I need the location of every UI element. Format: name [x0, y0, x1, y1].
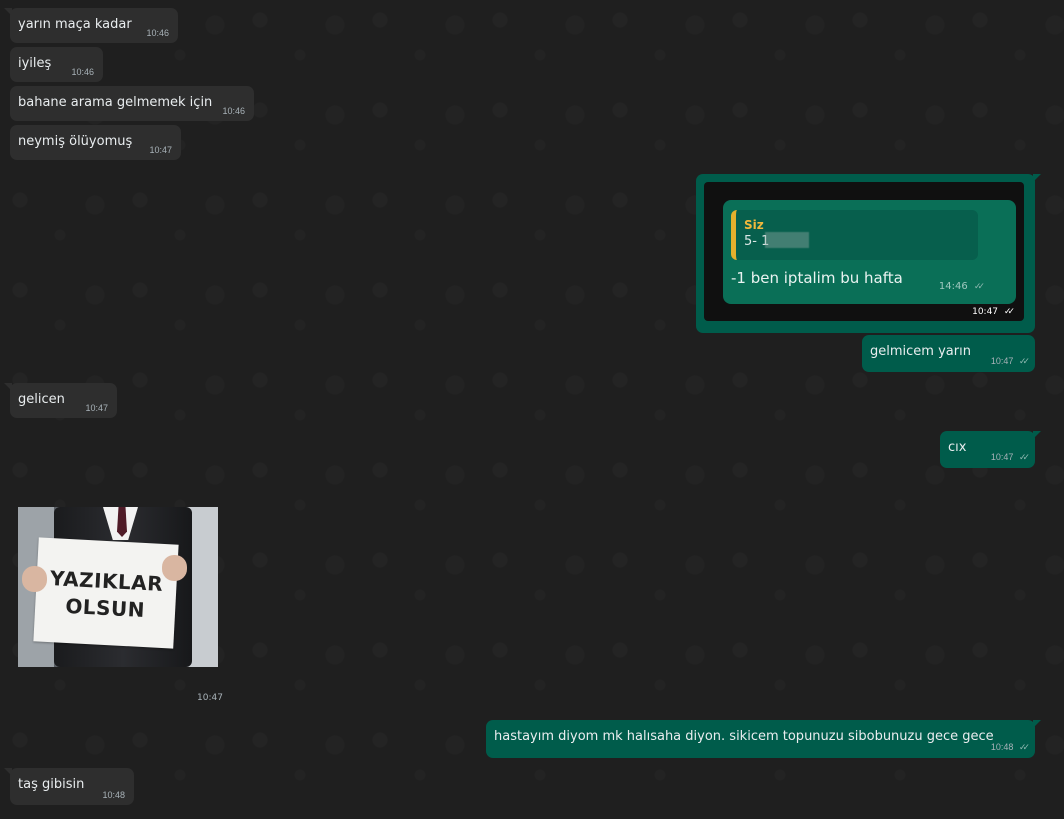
- message-time: 10:46: [222, 106, 245, 116]
- incoming-message[interactable]: bahane arama gelmemek için 10:46: [10, 86, 254, 121]
- reply-preview: Siz 5- 1: [731, 210, 978, 260]
- time-text: 10:47: [990, 356, 1014, 366]
- double-check-icon: ✓✓: [1018, 356, 1030, 366]
- message-text: gelicen: [18, 392, 65, 407]
- sign-text-line-1: YAZIKLAR: [49, 566, 164, 596]
- quoted-time-text: 14:46: [938, 281, 968, 292]
- blurred-region: [765, 232, 809, 248]
- message-time: 10:47: [197, 693, 223, 703]
- message-text: neymiş ölüyomuş: [18, 134, 133, 149]
- message-text: bahane arama gelmemek için: [18, 95, 213, 110]
- outgoing-message[interactable]: hastayım diyom mk halısaha diyon. sikice…: [486, 720, 1041, 758]
- incoming-message[interactable]: iyileş 10:46: [10, 47, 103, 82]
- message-text: cıx: [948, 440, 967, 455]
- message-text: taş gibisin: [18, 777, 85, 792]
- incoming-message[interactable]: yarın maça kadar 10:46: [4, 8, 178, 43]
- outgoing-image-message[interactable]: Siz 5- 1 -1 ben iptalim bu hafta 14:46 ✓…: [696, 174, 1041, 333]
- incoming-image-message[interactable]: YAZIKLAR OLSUN: [18, 507, 218, 667]
- message-time: 10:46: [146, 28, 169, 38]
- time-text: 10:47: [990, 452, 1014, 462]
- left-hand-graphic: [22, 566, 47, 592]
- reply-sender: Siz: [744, 218, 764, 232]
- image-time-text: 10:47: [972, 307, 999, 317]
- message-time: 10:48: [102, 790, 125, 800]
- message-text: hastayım diyom mk halısaha diyon. sikice…: [494, 729, 994, 744]
- message-time: 10:46: [71, 67, 94, 77]
- quoted-main-text: -1 ben iptalim bu hafta: [731, 269, 903, 287]
- screenshot-image[interactable]: Siz 5- 1 -1 ben iptalim bu hafta 14:46 ✓…: [704, 182, 1024, 321]
- message-text: gelmicem yarın: [870, 344, 971, 359]
- image-time: 10:47 ✓✓: [972, 307, 1015, 317]
- message-time: 10:47: [85, 403, 108, 413]
- outgoing-message[interactable]: gelmicem yarın 10:47 ✓✓: [862, 335, 1035, 372]
- time-text: 10:48: [990, 742, 1014, 752]
- quoted-message-card: Siz 5- 1 -1 ben iptalim bu hafta 14:46 ✓…: [723, 200, 1016, 304]
- message-time: 10:48 ✓✓: [990, 742, 1030, 753]
- double-check-icon: ✓✓: [1018, 452, 1030, 462]
- message-text: yarın maça kadar: [18, 17, 132, 32]
- double-check-icon: ✓✓: [973, 282, 985, 292]
- message-time: 10:47 ✓✓: [990, 452, 1030, 463]
- sign-board: YAZIKLAR OLSUN: [33, 537, 179, 649]
- chat-background: [0, 0, 1064, 819]
- quoted-message-time: 14:46 ✓✓: [938, 281, 985, 292]
- outgoing-message[interactable]: cıx 10:47 ✓✓: [940, 431, 1041, 468]
- message-time: 10:47 ✓✓: [990, 356, 1030, 367]
- incoming-message[interactable]: taş gibisin 10:48: [4, 768, 134, 805]
- incoming-message[interactable]: neymiş ölüyomuş 10:47: [10, 125, 181, 160]
- double-check-icon: ✓✓: [1018, 742, 1030, 752]
- double-check-icon: ✓✓: [1003, 307, 1015, 317]
- right-hand-graphic: [162, 555, 187, 581]
- sign-text-line-2: OLSUN: [64, 593, 146, 623]
- tie-graphic: [117, 507, 127, 537]
- message-time: 10:47: [149, 145, 172, 155]
- message-text: iyileş: [18, 56, 52, 71]
- incoming-message[interactable]: gelicen 10:47: [4, 383, 117, 418]
